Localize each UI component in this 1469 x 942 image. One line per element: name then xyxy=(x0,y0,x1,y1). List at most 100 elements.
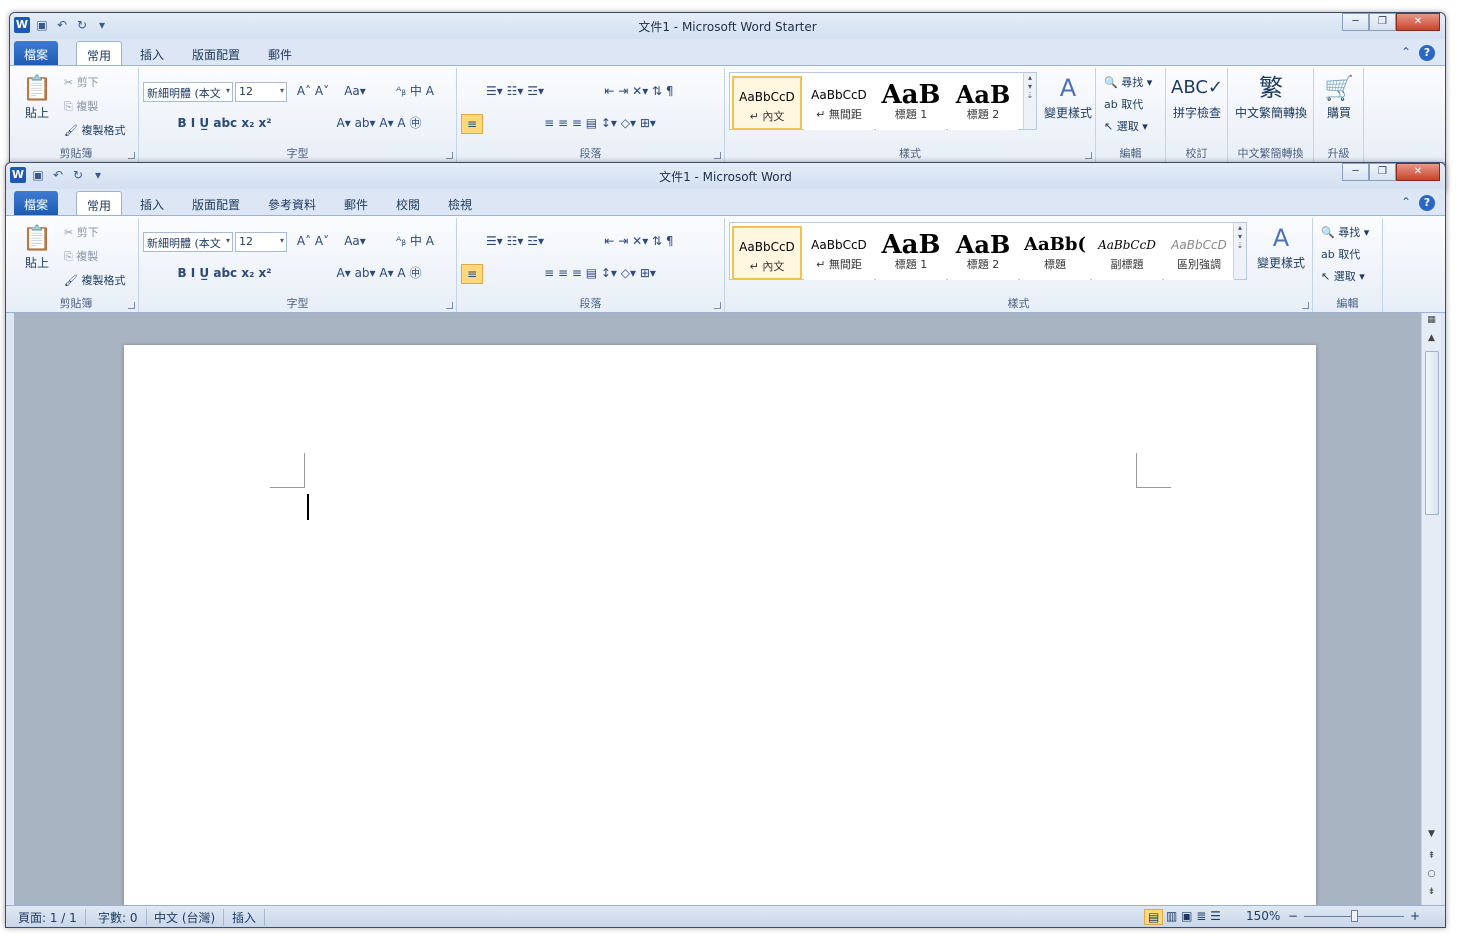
cut-button[interactable]: ✂ 剪下 xyxy=(64,74,99,90)
minimize-button[interactable]: ─ xyxy=(1342,163,1369,181)
change-styles-button[interactable]: A 變更樣式 xyxy=(1043,72,1093,121)
tab-file[interactable]: 檔案 xyxy=(14,191,59,215)
purchase-button[interactable]: 🛒 購買 xyxy=(1316,72,1362,121)
style-subtle-emphasis[interactable]: AaBbCcD 區別強調 xyxy=(1164,226,1234,280)
minimize-button[interactable]: ─ xyxy=(1342,13,1369,31)
style-title[interactable]: AaBb(標題 xyxy=(1020,226,1090,280)
close-button[interactable]: ✕ xyxy=(1396,13,1440,31)
select-button[interactable]: ↖ 選取 ▾ xyxy=(1104,118,1148,134)
style-no-spacing[interactable]: AaBbCcD ↵ 無間距 xyxy=(804,76,874,130)
dialog-launcher-icon[interactable] xyxy=(128,302,135,309)
format-icons[interactable]: B I U̲ abc x₂ x² xyxy=(147,114,302,132)
tab-insert[interactable]: 插入 xyxy=(130,191,174,215)
indent-icons[interactable]: ⇤ ⇥ ✕▾ ⇅ ¶ xyxy=(569,232,709,250)
print-layout-icon[interactable]: ▤ xyxy=(1144,909,1164,925)
copy-button[interactable]: ⎘ 複製 xyxy=(64,98,98,114)
tab-references[interactable]: 參考資料 xyxy=(258,191,326,215)
change-case-icon[interactable]: Aa▾ xyxy=(341,82,369,100)
change-case-icon[interactable]: Aa▾ xyxy=(341,232,369,250)
restore-button[interactable]: ❐ xyxy=(1369,163,1396,181)
next-page-icon[interactable]: ⇟ xyxy=(1424,887,1439,897)
tab-mailings[interactable]: 郵件 xyxy=(258,41,302,65)
paste-button[interactable]: 📋 貼上 xyxy=(20,72,54,121)
page-count[interactable]: 頁面: 1 / 1 xyxy=(10,909,86,926)
tab-home[interactable]: 常用 xyxy=(76,191,123,215)
alignment-icons[interactable]: ≡ ≡ ≡ ▤ ↕▾ ◇▾ ⊞▾ xyxy=(485,114,715,132)
tab-page-layout[interactable]: 版面配置 xyxy=(182,41,250,65)
style-heading-2[interactable]: AaB 標題 2 xyxy=(948,76,1018,130)
zoom-level[interactable]: 150% xyxy=(1246,909,1280,923)
font-name-field[interactable]: 新細明體 (本文 ▾ xyxy=(143,82,233,102)
style-heading-2[interactable]: AaB 標題 2 xyxy=(948,226,1018,280)
font-size-field[interactable]: 12 ▾ xyxy=(235,232,287,252)
replace-button[interactable]: ab 取代 xyxy=(1104,96,1143,112)
style-normal[interactable]: AaBbCcD ↵ 內文 xyxy=(732,226,802,280)
tab-review[interactable]: 校閱 xyxy=(386,191,430,215)
replace-button[interactable]: ab 取代 xyxy=(1321,246,1360,262)
help-icon[interactable]: ? xyxy=(1419,45,1435,61)
language[interactable]: 中文 (台灣) xyxy=(146,909,225,926)
minimize-ribbon-icon[interactable]: ⌃ xyxy=(1401,45,1411,61)
font-name-field[interactable]: 新細明體 (本文 ▾ xyxy=(143,232,233,252)
dialog-launcher-icon[interactable] xyxy=(446,302,453,309)
style-no-spacing[interactable]: AaBbCcD ↵ 無間距 xyxy=(804,226,874,280)
ruler-toggle-icon[interactable]: ▦ xyxy=(1424,315,1439,325)
dialog-launcher-icon[interactable] xyxy=(1302,302,1309,309)
dialog-launcher-icon[interactable] xyxy=(714,302,721,309)
dialog-launcher-icon[interactable] xyxy=(714,152,721,159)
indent-icons[interactable]: ⇤ ⇥ ✕▾ ⇅ ¶ xyxy=(569,82,709,100)
style-subtitle[interactable]: AaBbCcD 副標題 xyxy=(1092,226,1162,280)
align-left-icon[interactable]: ≡ xyxy=(461,114,483,134)
zoom-slider-thumb[interactable] xyxy=(1351,910,1358,922)
list-icons[interactable]: ☰▾ ☷▾ ☲▾ xyxy=(465,232,565,250)
convert-button[interactable]: 繁中文繁簡轉換 xyxy=(1230,72,1312,121)
find-button[interactable]: 🔍 尋找 ▾ xyxy=(1321,224,1369,240)
prev-page-icon[interactable]: ⇞ xyxy=(1424,851,1439,861)
zoom-in-button[interactable]: + xyxy=(1410,909,1420,923)
phonetic-icons[interactable]: ᴬᵦ 中 A xyxy=(379,82,451,100)
gallery-scroll[interactable]: ▴ ▾ ⇣ xyxy=(1233,223,1246,279)
tab-view[interactable]: 檢視 xyxy=(438,191,482,215)
close-button[interactable]: ✕ xyxy=(1396,163,1440,181)
zoom-out-button[interactable]: − xyxy=(1288,909,1298,923)
dialog-launcher-icon[interactable] xyxy=(1085,152,1092,159)
format-painter-button[interactable]: 🖌 複製格式 xyxy=(64,122,125,138)
change-styles-button[interactable]: A 變更樣式 xyxy=(1253,222,1309,271)
gallery-scroll[interactable]: ▴ ▾ ⇣ xyxy=(1023,73,1036,129)
cut-button[interactable]: ✂ 剪下 xyxy=(64,224,99,240)
spelling-button[interactable]: ABC✓ 拼字檢查 xyxy=(1168,72,1226,121)
insert-mode[interactable]: 插入 xyxy=(224,909,266,926)
copy-button[interactable]: ⎘ 複製 xyxy=(64,248,98,264)
document-page[interactable] xyxy=(124,345,1316,905)
find-button[interactable]: 🔍 尋找 ▾ xyxy=(1104,74,1152,90)
minimize-ribbon-icon[interactable]: ⌃ xyxy=(1401,195,1411,211)
select-button[interactable]: ↖ 選取 ▾ xyxy=(1321,268,1365,284)
scroll-down-button[interactable]: ▼ xyxy=(1424,829,1439,839)
format-painter-button[interactable]: 🖌 複製格式 xyxy=(64,272,125,288)
align-left-icon[interactable]: ≡ xyxy=(461,264,483,284)
style-normal[interactable]: AaBbCcD ↵ 內文 xyxy=(732,76,802,130)
tab-file[interactable]: 檔案 xyxy=(14,41,59,65)
grow-shrink-font-icon[interactable]: A˄ A˅ xyxy=(293,232,333,250)
font-size-field[interactable]: 12 ▾ xyxy=(235,82,287,102)
tab-mailings[interactable]: 郵件 xyxy=(334,191,378,215)
vertical-scrollbar[interactable]: ▦ ▲ ▼ ⇞ ○ ⇟ xyxy=(1421,313,1441,905)
tab-home[interactable]: 常用 xyxy=(76,41,123,65)
alignment-icons[interactable]: ≡ ≡ ≡ ▤ ↕▾ ◇▾ ⊞▾ xyxy=(485,264,715,282)
help-icon[interactable]: ? xyxy=(1419,195,1435,211)
grow-shrink-font-icon[interactable]: A˄ A˅ xyxy=(293,82,333,100)
format-icons[interactable]: B I U̲ abc x₂ x² xyxy=(147,264,302,282)
scroll-up-button[interactable]: ▲ xyxy=(1424,333,1439,343)
color-icons[interactable]: A▾ ab▾ A▾ A ㊥ xyxy=(309,114,449,132)
tab-insert[interactable]: 插入 xyxy=(130,41,174,65)
dialog-launcher-icon[interactable] xyxy=(128,152,135,159)
word-count[interactable]: 字數: 0 xyxy=(90,909,147,926)
tab-page-layout[interactable]: 版面配置 xyxy=(182,191,250,215)
color-icons[interactable]: A▾ ab▾ A▾ A ㊥ xyxy=(309,264,449,282)
phonetic-icons[interactable]: ᴬᵦ 中 A xyxy=(379,232,451,250)
dialog-launcher-icon[interactable] xyxy=(446,152,453,159)
zoom-slider[interactable] xyxy=(1304,910,1404,922)
view-mode-icons[interactable]: ▥ ▣ ≣ ☰ xyxy=(1166,909,1221,923)
browse-object-icon[interactable]: ○ xyxy=(1424,869,1439,879)
style-heading-1[interactable]: AaB 標題 1 xyxy=(876,226,946,280)
